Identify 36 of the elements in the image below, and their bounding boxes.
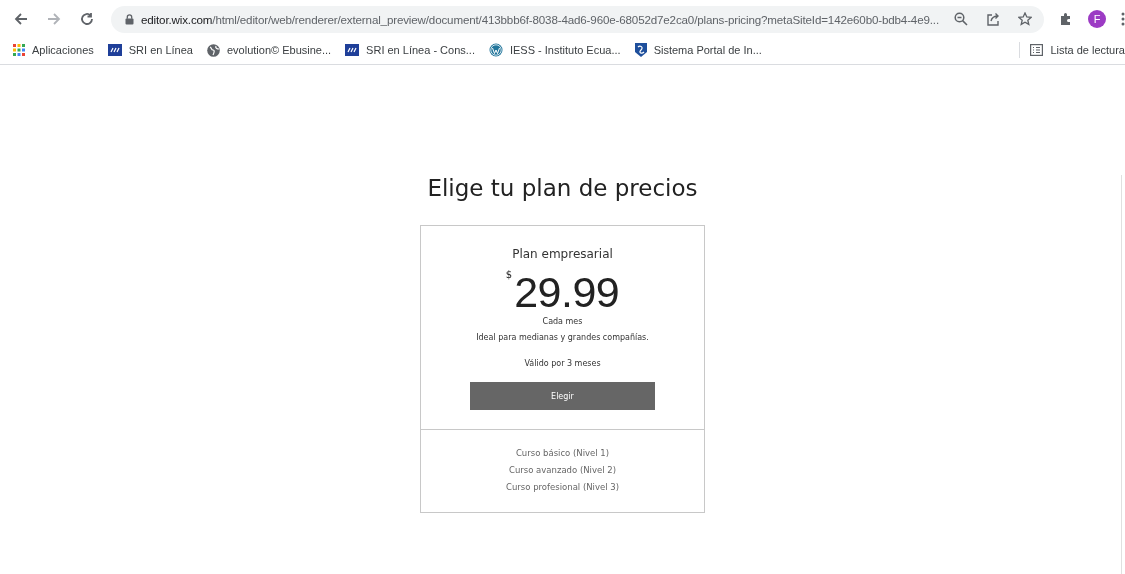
zoom-out-icon[interactable]: [954, 12, 968, 26]
plan-validity: Válido por 3 meses: [524, 359, 601, 368]
wordpress-logo-icon: [488, 43, 503, 57]
reading-list-icon[interactable]: [1030, 44, 1044, 56]
url-text: editor.wix.com/html/editor/web/renderer/external_preview/document/413bbb6f-8038-4ad6-960e-68052d7e2ca0/plans-pricing?metaSiteId=142e60b0-bdb4-4e9...: [141, 12, 940, 26]
shield-logo-icon: [634, 43, 647, 57]
bookmark-item[interactable]: SRI en Línea - Cons...: [345, 43, 475, 57]
plan-price: 29.99: [514, 267, 620, 317]
bookmark-star-icon[interactable]: [1018, 12, 1032, 26]
choose-button[interactable]: Elegir: [470, 382, 655, 410]
feature-item: Curso avanzado (Nivel 2): [508, 465, 616, 475]
menu-icon[interactable]: [1121, 12, 1125, 26]
feature-item: Curso profesional (Nivel 3): [506, 482, 619, 492]
billing-period: Cada mes: [542, 317, 583, 326]
puzzle-piece-icon[interactable]: [1059, 12, 1073, 26]
sri-logo-icon: [107, 44, 122, 56]
lock-icon: [125, 13, 134, 25]
globe-icon: [207, 43, 220, 57]
reading-list-button[interactable]: Lista de lectura: [1030, 44, 1125, 56]
profile-avatar[interactable]: F: [1088, 10, 1106, 28]
bookmark-item[interactable]: Sistema Portal de In...: [634, 43, 762, 57]
share-icon[interactable]: [986, 12, 1000, 26]
address-bar[interactable]: editor.wix.com/html/editor/web/renderer/external_preview/document/413bbb6f-8038-4ad6-960e-68052d7e2ca0/plans-pricing?metaSiteId=142e60b0-bdb4-4e9...: [111, 5, 1044, 33]
currency-symbol: $: [505, 269, 513, 280]
bookmark-item[interactable]: SRI en Línea: [107, 43, 193, 57]
reload-icon[interactable]: [80, 12, 94, 26]
back-arrow-icon[interactable]: [14, 12, 28, 26]
bookmark-item[interactable]: Aplicaciones: [13, 43, 94, 57]
plan-name: Plan empresarial: [512, 247, 613, 261]
feature-item: Curso básico (Nivel 1): [515, 448, 610, 458]
sri-logo-icon: [345, 44, 360, 56]
bookmark-item[interactable]: evolution© Ebusine...: [207, 43, 332, 57]
bookmark-item[interactable]: IESS - Instituto Ecua...: [488, 43, 621, 57]
plan-description: Ideal para medianas y grandes compañías.: [476, 333, 649, 342]
apps-grid-icon: [13, 44, 25, 56]
page-title: Elige tu plan de precios: [427, 175, 698, 203]
